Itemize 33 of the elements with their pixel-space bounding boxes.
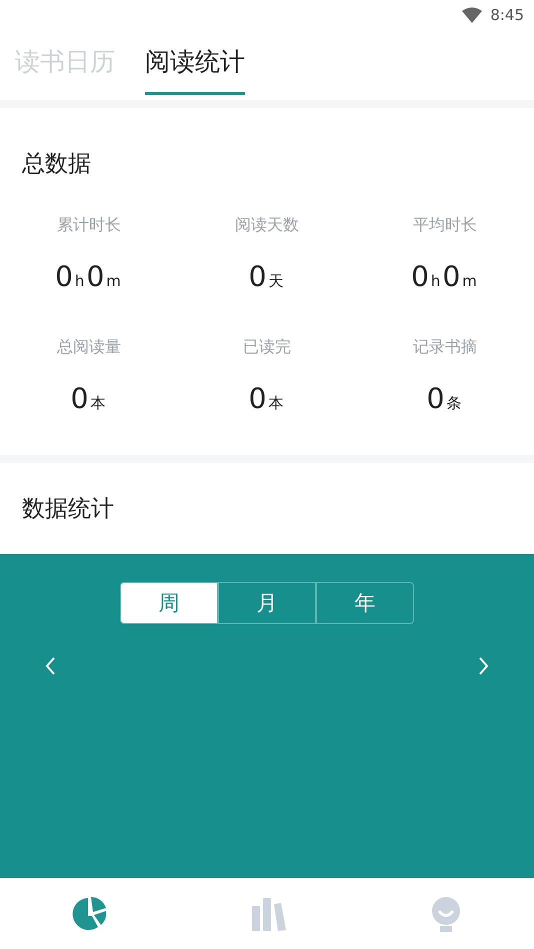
stat-unit: m (462, 272, 477, 290)
period-tab[interactable]: 月 (218, 582, 316, 624)
tab[interactable]: 阅读统计 (145, 45, 245, 95)
stat-value: 0 (55, 260, 73, 293)
stat-unit: h (430, 272, 440, 290)
stat-unit: h (74, 272, 84, 290)
stat-unit: m (106, 272, 121, 290)
next-icon[interactable] (478, 656, 490, 676)
stat-label: 平均时长 (413, 215, 477, 236)
period-tab[interactable]: 周 (120, 582, 218, 624)
stat-value: 0 (86, 260, 104, 293)
stat-unit: 天 (268, 272, 284, 291)
stat-unit: 本 (268, 394, 284, 413)
stat-value: 0 (70, 382, 88, 415)
stat-label: 总阅读量 (57, 337, 121, 358)
period-tab[interactable]: 年 (316, 582, 414, 624)
stat-label: 记录书摘 (413, 337, 477, 358)
previous-icon[interactable] (44, 656, 56, 676)
stat-label: 累计时长 (57, 215, 121, 236)
section-title: 总数据 (21, 150, 92, 179)
status-time: 8:45 (490, 6, 524, 24)
pie-chart-icon[interactable] (72, 896, 108, 932)
stat-label: 阅读天数 (235, 215, 299, 236)
stat-value: 0 (248, 382, 266, 415)
stat-label: 已读完 (243, 337, 291, 358)
stat-value: 0 (442, 260, 460, 293)
stat-value: 0 (426, 382, 444, 415)
section-title: 数据统计 (21, 495, 115, 524)
wifi-icon (462, 7, 482, 23)
stat-value: 0 (411, 260, 429, 293)
stat-unit: 条 (446, 394, 462, 413)
stat-unit: 本 (90, 394, 106, 413)
stat-value: 0 (248, 260, 266, 293)
